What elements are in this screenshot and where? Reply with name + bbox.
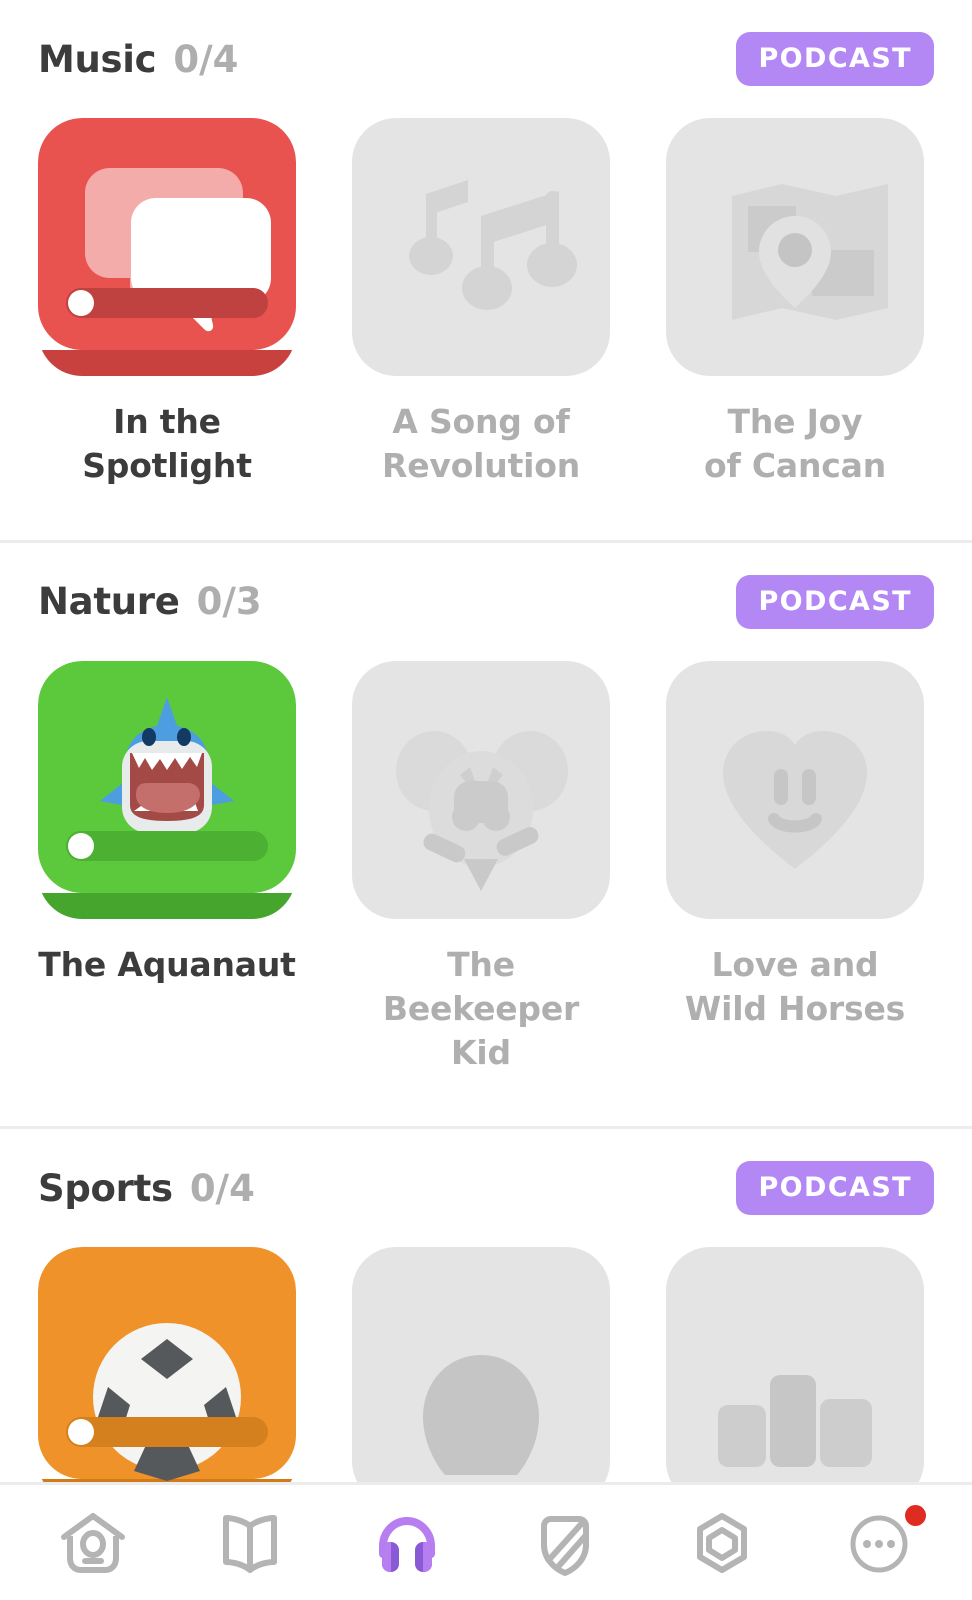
podcast-badge: PODCAST: [736, 32, 934, 86]
podcast-title: The Joy of Cancan: [703, 402, 887, 485]
notification-badge: [905, 1504, 927, 1526]
section-header-sports: Sports 0/4 PODCAST: [0, 1129, 972, 1247]
podcast-title: In the Spotlight: [82, 402, 252, 485]
podcast-title: A Song of Revolution: [381, 402, 581, 485]
section-count: 0/4: [189, 1166, 255, 1210]
bottom-navigation-bar: [0, 1482, 972, 1600]
progress-knob: [68, 1419, 94, 1446]
gem-icon: [696, 1512, 747, 1573]
podcast-badge: PODCAST: [736, 1161, 934, 1216]
podcast-list-screen: Music 0/4 PODCAST In the Spotlight A Son…: [0, 0, 972, 1600]
podcast-card-the-beekeeper-kid[interactable]: The Beekeeper Kid: [352, 660, 610, 1075]
podcast-card-sports-2[interactable]: [352, 1247, 610, 1482]
section-title: Sports: [38, 1166, 173, 1210]
podcast-card-love-and-wild-horses[interactable]: Love and Wild Horses: [666, 660, 924, 1075]
headphones-icon: [379, 1516, 436, 1572]
bee-icon: [396, 730, 568, 891]
podcast-card-the-aquanaut[interactable]: The Aquanaut: [38, 660, 296, 1075]
podcast-tile[interactable]: [38, 660, 296, 919]
nav-tab-podcasts[interactable]: [348, 1493, 466, 1593]
podcast-card-a-song-of-revolution[interactable]: A Song of Revolution: [352, 118, 610, 488]
podcast-tile-locked[interactable]: [666, 118, 924, 376]
book-icon: [222, 1514, 277, 1573]
map-pin-icon: [732, 184, 888, 320]
podcast-tile-locked[interactable]: [352, 1247, 610, 1482]
podcast-title: The Aquanaut: [38, 944, 296, 984]
section-music: Music 0/4 PODCAST In the Spotlight A Son…: [0, 0, 972, 540]
podcast-tile-locked[interactable]: [666, 660, 924, 919]
podcast-title: The Beekeeper Kid: [382, 944, 580, 1072]
section-header-nature: Nature 0/3 PODCAST: [0, 543, 972, 661]
scrollable-content[interactable]: Music 0/4 PODCAST In the Spotlight A Son…: [0, 0, 972, 1482]
podcast-tile-locked[interactable]: [352, 118, 610, 376]
podcast-tile[interactable]: [38, 1247, 296, 1482]
progress-bar: [66, 288, 268, 318]
card-row-sports: [0, 1247, 972, 1482]
speech-bubbles-icon: [85, 168, 271, 332]
section-heading-sports: Sports 0/4: [38, 1167, 255, 1210]
section-heading-music: Music 0/4: [38, 38, 238, 81]
nav-tab-stories[interactable]: [191, 1493, 309, 1593]
podcast-tile[interactable]: [38, 118, 296, 376]
shark-icon: [100, 696, 234, 833]
section-sports: Sports 0/4 PODCAST: [0, 1126, 972, 1482]
podcast-badge: PODCAST: [736, 574, 934, 629]
nav-tab-leagues[interactable]: [506, 1493, 624, 1593]
podcast-card-in-the-spotlight[interactable]: In the Spotlight: [38, 118, 296, 488]
progress-bar: [66, 830, 268, 861]
section-heading-nature: Nature 0/3: [38, 580, 262, 623]
section-title: Nature: [38, 580, 180, 624]
nav-tab-learn[interactable]: [34, 1493, 152, 1593]
shield-icon: [540, 1515, 589, 1576]
progress-knob: [68, 832, 94, 859]
podcast-tile-locked[interactable]: [666, 1247, 924, 1482]
section-nature: Nature 0/3 PODCAST The Aquanaut The Beek…: [0, 539, 972, 1127]
card-row-nature: The Aquanaut The Beekeeper Kid Love and …: [0, 660, 972, 1075]
card-row-music: In the Spotlight A Song of Revolution Th…: [0, 118, 972, 488]
smiling-heart-icon: [723, 730, 867, 869]
progress-bar: [66, 1417, 268, 1448]
nav-tab-more[interactable]: [820, 1493, 938, 1593]
progress-knob: [68, 290, 94, 316]
podcast-title: Love and Wild Horses: [684, 944, 906, 1028]
section-count: 0/3: [196, 580, 262, 624]
birdhouse-icon: [60, 1512, 125, 1573]
music-notes-icon: [409, 180, 577, 310]
section-title: Music: [38, 37, 157, 81]
podcast-card-sports-3[interactable]: [666, 1247, 924, 1482]
section-header-music: Music 0/4 PODCAST: [0, 0, 972, 118]
podcast-card-the-joy-of-cancan[interactable]: The Joy of Cancan: [666, 118, 924, 488]
cityscape-icon: [718, 1375, 872, 1468]
balloon-icon: [423, 1355, 539, 1476]
section-count: 0/4: [173, 37, 239, 81]
podcast-tile-locked[interactable]: [352, 660, 610, 919]
podcast-card-sports-1[interactable]: [38, 1247, 296, 1482]
nav-tab-shop[interactable]: [663, 1493, 781, 1593]
